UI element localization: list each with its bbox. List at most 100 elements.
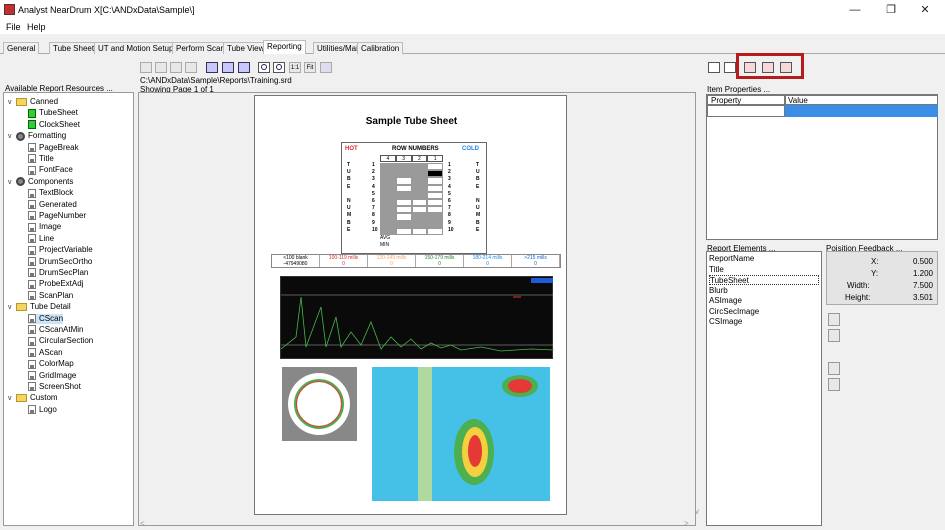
property-cell[interactable] [707, 105, 785, 117]
tree-item-generated[interactable]: Generated [28, 200, 77, 210]
scroll-down-icon[interactable]: v [695, 507, 699, 516]
move-down-icon[interactable] [828, 329, 840, 342]
tree-item-label: GridImage [39, 370, 77, 380]
tree-item-projectvariable[interactable]: ProjectVariable [28, 245, 93, 255]
report-element-item[interactable]: CircSecImage [709, 307, 819, 317]
report-element-item[interactable]: Blurb [709, 286, 819, 296]
close-button[interactable]: ✕ [910, 2, 940, 18]
document-icon [28, 359, 36, 369]
print-icon[interactable] [320, 62, 332, 73]
scroll-left-icon[interactable]: < [140, 519, 145, 528]
menu-help[interactable]: Help [27, 22, 46, 32]
minimize-button[interactable]: — [840, 2, 870, 18]
property-grid[interactable]: Property Value [706, 94, 938, 240]
nav-first-icon[interactable] [140, 62, 152, 73]
tab-ut-motion-setup[interactable]: UT and Motion Setup [94, 42, 178, 54]
tab-reporting[interactable]: Reporting [263, 40, 306, 54]
tree-item-gridimage[interactable]: GridImage [28, 371, 76, 381]
tree-item-logo[interactable]: Logo [28, 405, 57, 415]
zoom-1to1-button[interactable]: 1:1 [289, 62, 301, 73]
tree-item-screenshot[interactable]: ScreenShot [28, 382, 81, 392]
tree-item-clocksheet[interactable]: ClockSheet [28, 120, 80, 130]
tube-cell [427, 206, 443, 214]
zoom-fit-button[interactable]: Fit [304, 62, 316, 73]
nav-last-icon[interactable] [185, 62, 197, 73]
report-element-item[interactable]: ASImage [709, 296, 819, 306]
tree-item-colormap[interactable]: ColorMap [28, 359, 74, 369]
chevron-down-icon[interactable]: v [8, 98, 16, 108]
width-value: 7.500 [912, 281, 933, 290]
tree-item-drumsecplan[interactable]: DrumSecPlan [28, 268, 88, 278]
zoom-out-icon[interactable] [258, 62, 270, 73]
height-label: Height: [845, 293, 871, 302]
edit-properties-icon[interactable] [828, 378, 840, 391]
row-number-left: 1 [372, 162, 375, 168]
tree-item-pagenumber[interactable]: PageNumber [28, 211, 86, 221]
chevron-down-icon[interactable]: v [8, 394, 16, 404]
copy-element-icon[interactable] [828, 362, 840, 375]
report-element-item[interactable]: Title [709, 265, 819, 275]
tube-letter-left: B [347, 176, 351, 183]
report-element-item[interactable]: TubeSheet [709, 275, 819, 285]
tree-item-ascan[interactable]: AScan [28, 348, 63, 358]
report-element-item[interactable]: ReportName [709, 254, 819, 264]
tube-cell [395, 213, 412, 221]
layout-icon-2[interactable] [222, 62, 234, 73]
chevron-down-icon[interactable]: v [8, 132, 16, 142]
tube-cell [380, 206, 396, 214]
tab-calibration[interactable]: Calibration [357, 42, 404, 54]
move-up-icon[interactable] [828, 313, 840, 326]
tube-cell [427, 199, 443, 207]
tree-item-circularsection[interactable]: CircularSection [28, 336, 93, 346]
row-number-left: 9 [372, 219, 375, 226]
value-cell[interactable] [785, 105, 938, 117]
zoom-in-icon[interactable] [273, 62, 285, 73]
tube-cell [380, 184, 396, 192]
document-icon [28, 154, 36, 164]
title-bar: Analyst NearDrum X[C:\ANDxData\Sample\] … [0, 0, 945, 20]
tree-item-label: ScanPlan [39, 290, 74, 300]
layout-icon-3[interactable] [238, 62, 250, 73]
menu-file[interactable]: File [6, 22, 21, 32]
tree-group-custom[interactable]: v Custom [8, 393, 58, 403]
tree-item-probeextadj[interactable]: ProbeExtAdj [28, 279, 83, 289]
save-report-icon[interactable] [724, 62, 736, 73]
tree-item-textblock[interactable]: TextBlock [28, 188, 73, 198]
tree-item-label: Logo [39, 404, 57, 414]
tree-item-line[interactable]: Line [28, 234, 54, 244]
row-number-right: 9 [448, 219, 451, 226]
nav-prev-icon[interactable] [155, 62, 167, 73]
tube-letter-right: M [476, 212, 481, 219]
new-report-icon[interactable] [708, 62, 720, 73]
tree-item-pagebreak[interactable]: PageBreak [28, 143, 79, 153]
maximize-button[interactable]: ❐ [876, 2, 906, 18]
tree-group-formatting[interactable]: v Formatting [8, 131, 66, 141]
chevron-down-icon[interactable]: v [8, 303, 16, 313]
layout-icon-1[interactable] [206, 62, 218, 73]
tree-item-label: PageNumber [39, 211, 87, 220]
tab-tube-view[interactable]: Tube View [223, 42, 269, 54]
resource-tree[interactable]: v Canned TubeSheet ClockSheet v Formatting Pag… [3, 92, 134, 526]
tree-item-image[interactable]: Image [28, 222, 61, 232]
tree-item-cscanatmin[interactable]: CScanAtMin [28, 325, 83, 335]
tree-group-tube-detail[interactable]: v Tube Detail [8, 302, 71, 312]
tree-item-title[interactable]: Title [28, 154, 54, 164]
tree-item-fontface[interactable]: FontFace [28, 165, 73, 175]
report-element-item[interactable]: CSImage [709, 317, 819, 327]
tree-group-components[interactable]: v Components [8, 177, 73, 187]
tree-item-drumsecortho[interactable]: DrumSecOrtho [28, 257, 92, 267]
tree-item-tubesheet[interactable]: TubeSheet [28, 108, 78, 118]
tree-item-scanplan[interactable]: ScanPlan [28, 291, 73, 301]
report-elements-list[interactable]: ReportName Title TubeSheet Blurb ASImage Circ… [706, 251, 822, 526]
row-numbers-label: ROW NUMBERS [392, 146, 439, 152]
tab-perform-scan[interactable]: Perform Scan [172, 42, 229, 54]
chevron-down-icon[interactable]: v [8, 178, 16, 188]
tree-group-canned[interactable]: v Canned [8, 97, 58, 107]
tab-tube-sheet[interactable]: Tube Sheet [49, 42, 99, 54]
scroll-right-icon[interactable]: > [684, 519, 689, 528]
nav-next-icon[interactable] [170, 62, 182, 73]
tab-general[interactable]: General [3, 42, 40, 54]
tube-letter-right: B [476, 219, 480, 226]
tree-item-cscan[interactable]: CScan [28, 313, 64, 324]
tube-cell [411, 220, 428, 228]
